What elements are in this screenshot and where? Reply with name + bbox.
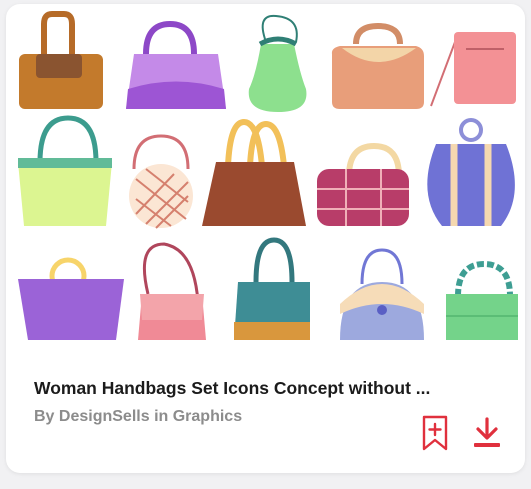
category-link[interactable]: Graphics [173, 408, 242, 425]
brown-tote-icon [202, 118, 306, 226]
brown-tote-icon [19, 11, 103, 109]
product-byline: By DesignSells in Graphics [34, 408, 242, 426]
download-icon [474, 417, 500, 447]
half-moon-bag-icon [340, 248, 424, 340]
teal-tote-icon [234, 237, 310, 340]
round-lattice-bag-icon [129, 134, 193, 229]
bookmark-button[interactable] [419, 415, 451, 451]
byline-by: By [34, 408, 55, 425]
bookmark-plus-icon [422, 415, 448, 451]
ring-handle-bag-icon [18, 257, 124, 340]
author-link[interactable]: DesignSells [59, 408, 150, 425]
lime-tote-icon [18, 115, 112, 226]
plaid-duffel-icon [317, 142, 409, 226]
product-thumbnail[interactable] [6, 4, 525, 354]
pink-shoulder-bag-icon [138, 242, 206, 340]
green-clasp-purse-icon [248, 14, 307, 112]
pink-crossbody-icon [430, 32, 516, 107]
product-title[interactable]: Woman Handbags Set Icons Concept without… [34, 378, 504, 399]
purple-handbag-icon [126, 20, 226, 109]
peach-bag-icon [331, 22, 424, 109]
product-card[interactable]: Woman Handbags Set Icons Concept without… [6, 4, 525, 473]
download-button[interactable] [471, 415, 503, 451]
striped-bucket-bag-icon [427, 118, 515, 226]
byline-in: in [154, 408, 169, 425]
chain-handle-bag-icon [446, 260, 518, 340]
